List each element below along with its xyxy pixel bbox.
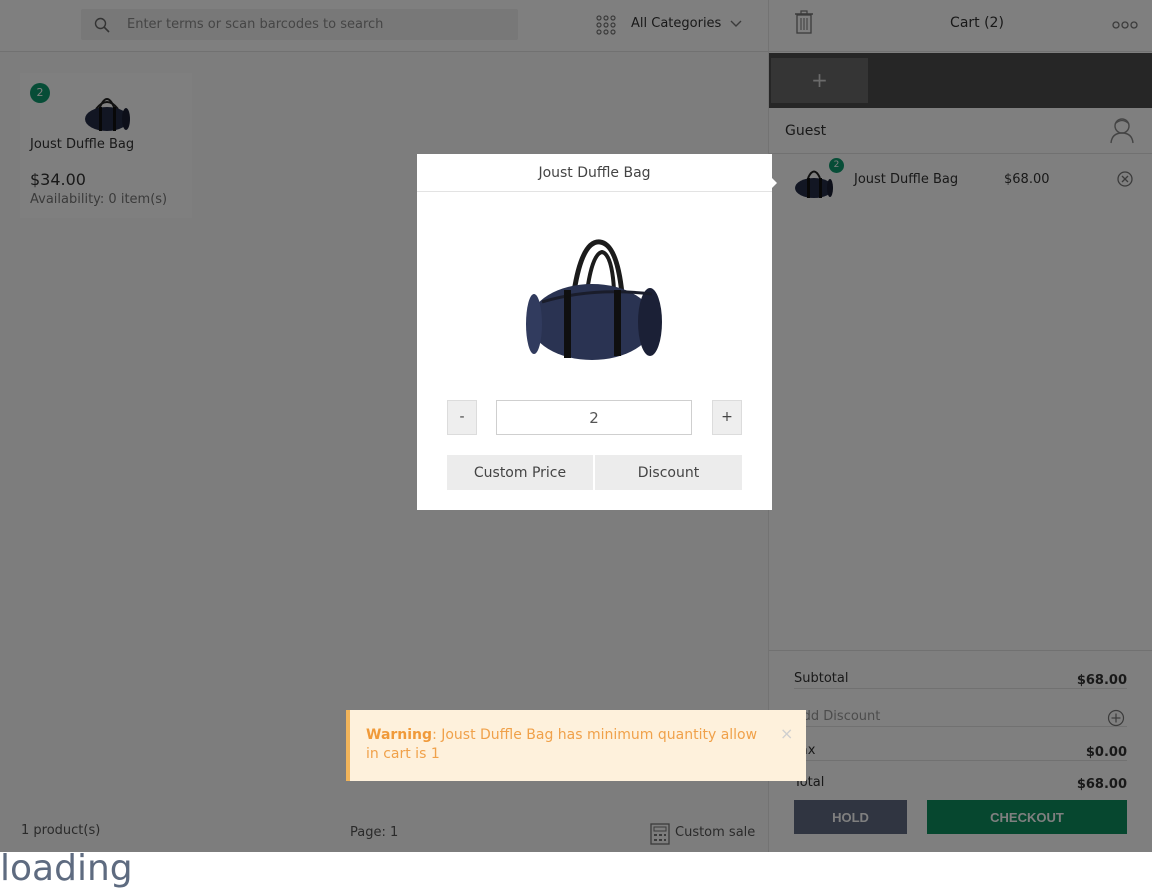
loading-text: loading bbox=[0, 848, 133, 889]
warning-message: Warning: Joust Duffle Bag has minimum qu… bbox=[366, 726, 766, 764]
custom-price-button[interactable]: Custom Price bbox=[447, 455, 593, 490]
warning-title: Warning bbox=[366, 727, 433, 743]
qty-input[interactable] bbox=[496, 400, 692, 435]
product-image bbox=[526, 239, 662, 360]
discount-button[interactable]: Discount bbox=[595, 455, 742, 490]
close-icon[interactable]: × bbox=[780, 724, 793, 743]
qty-increase-button[interactable]: + bbox=[712, 400, 742, 435]
warning-toast: Warning: Joust Duffle Bag has minimum qu… bbox=[346, 710, 806, 781]
product-detail-modal: Joust Duffle Bag - + Custom Price Discou… bbox=[417, 154, 777, 510]
modal-title: Joust Duffle Bag bbox=[417, 154, 772, 192]
qty-decrease-button[interactable]: - bbox=[447, 400, 477, 435]
